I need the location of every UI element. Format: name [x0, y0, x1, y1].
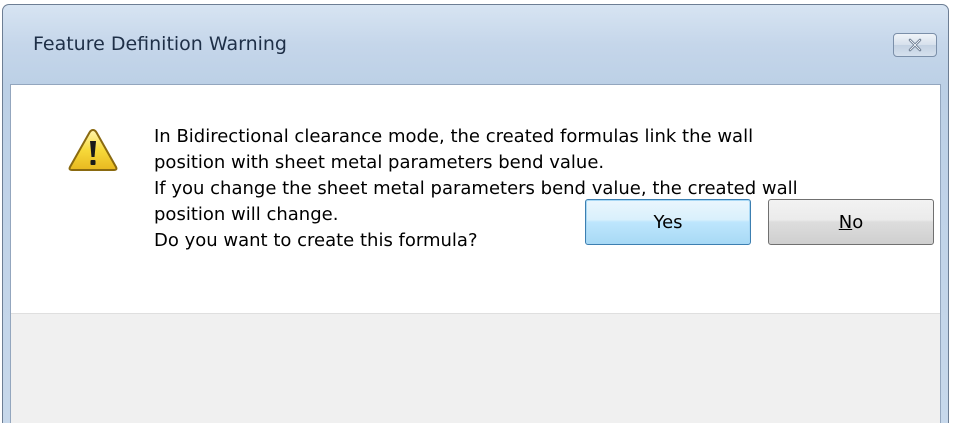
window-title: Feature Definition Warning: [33, 33, 287, 55]
no-button[interactable]: No: [768, 199, 934, 245]
message-line-2: position with sheet metal parameters ben…: [154, 152, 605, 173]
warning-dialog: Feature Definition Warning In Bidirectio…: [2, 4, 949, 423]
close-icon: [907, 38, 923, 52]
yes-button-label: Yes: [653, 211, 683, 233]
no-button-label-rest: o: [852, 211, 864, 233]
no-button-mnemonic: N: [838, 211, 853, 233]
yes-button[interactable]: Yes: [585, 199, 751, 245]
title-bar[interactable]: Feature Definition Warning: [3, 5, 948, 83]
button-bar: [11, 313, 940, 423]
dialog-body: In Bidirectional clearance mode, the cre…: [10, 84, 941, 423]
message-line-1: In Bidirectional clearance mode, the cre…: [154, 126, 754, 147]
no-button-label: No: [839, 212, 863, 233]
close-button[interactable]: [893, 33, 937, 57]
warning-icon: [67, 127, 119, 173]
